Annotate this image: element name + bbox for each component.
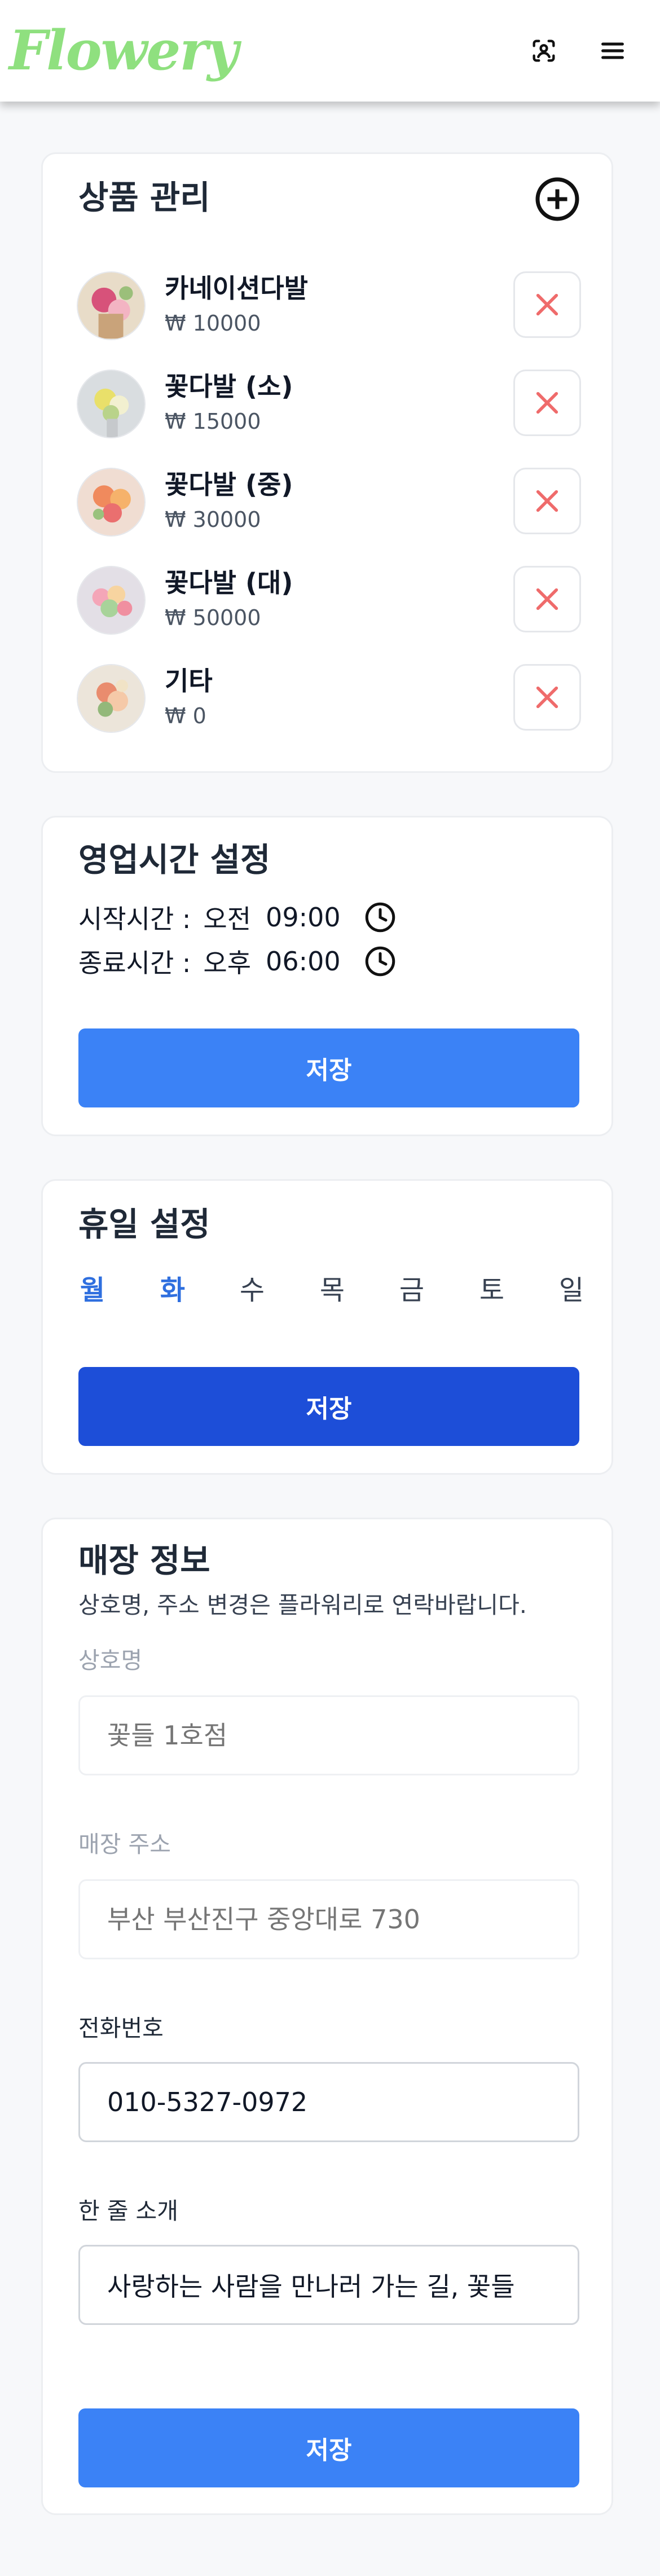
scan-icon[interactable] [521, 28, 566, 73]
product-name: 꽃다발 (소) [165, 371, 293, 402]
day-thu[interactable]: 목 [313, 1272, 352, 1308]
x-icon [536, 588, 558, 610]
product-price: ₩ 15000 [165, 409, 261, 434]
product-name: 꽃다발 (대) [165, 568, 293, 598]
product-image [77, 664, 146, 733]
card-title: 상품 관리 [78, 178, 210, 217]
product-name: 기타 [165, 666, 213, 696]
product-name: 카네이션다발 [165, 273, 308, 304]
product-row: 기타 ₩ 0 [77, 660, 581, 758]
day-wed[interactable]: 수 [232, 1272, 272, 1308]
product-row: 카네이션다발 ₩ 10000 [77, 267, 581, 365]
store-info-card: 매장 정보 상호명, 주소 변경은 플라워리로 연락바랍니다. 상호명 매장 주… [41, 1518, 613, 2515]
day-sat[interactable]: 토 [472, 1272, 512, 1308]
start-time-row: 시작시간 : 오전 09:00 [78, 896, 397, 938]
hamburger-menu-icon[interactable] [590, 28, 635, 73]
product-price: ₩ 30000 [165, 507, 261, 532]
holiday-settings-card: 휴일 설정 월 화 수 목 금 토 일 저장 [41, 1179, 613, 1475]
product-price: ₩ 50000 [165, 605, 261, 630]
day-tue[interactable]: 화 [153, 1272, 192, 1308]
clock-icon[interactable] [363, 944, 397, 978]
delete-product-button[interactable] [513, 468, 581, 534]
phone-label: 전화번호 [78, 2015, 164, 2042]
card-title: 휴일 설정 [78, 1205, 210, 1243]
product-price: ₩ 10000 [165, 311, 261, 336]
delete-product-button[interactable] [513, 271, 581, 338]
end-time-label: 종료시간 : [78, 948, 191, 978]
x-icon [536, 392, 558, 414]
save-holidays-button[interactable]: 저장 [78, 1367, 579, 1446]
intro-field[interactable] [78, 2245, 579, 2325]
product-image [77, 566, 146, 635]
product-row: 꽃다발 (대) ₩ 50000 [77, 561, 581, 660]
store-name-field [78, 1695, 579, 1775]
card-title: 매장 정보 [78, 1541, 210, 1580]
day-sun[interactable]: 일 [552, 1272, 591, 1308]
start-ampm[interactable]: 오전 [203, 899, 251, 936]
end-time-row: 종료시간 : 오후 06:00 [78, 940, 397, 982]
save-hours-button[interactable]: 저장 [78, 1028, 579, 1107]
save-store-info-button[interactable]: 저장 [78, 2408, 579, 2487]
product-name: 꽃다발 (중) [165, 469, 293, 500]
app-header: Flowery [0, 0, 660, 102]
card-title: 영업시간 설정 [78, 841, 271, 879]
business-hours-card: 영업시간 설정 시작시간 : 오전 09:00 종료시간 : 오후 06:00 … [41, 816, 613, 1136]
day-mon[interactable]: 월 [73, 1272, 112, 1308]
plus-circle-icon[interactable] [534, 175, 581, 223]
x-icon [536, 293, 558, 316]
delete-product-button[interactable] [513, 370, 581, 436]
store-address-label: 매장 주소 [78, 1831, 171, 1858]
product-management-card: 상품 관리 카네이션다발 ₩ 10000 꽃다발 (소) ₩ 15000 꽃다발… [41, 152, 613, 773]
store-name-label: 상호명 [78, 1647, 143, 1674]
store-address-field [78, 1879, 579, 1959]
clock-icon[interactable] [363, 900, 397, 934]
day-fri[interactable]: 금 [392, 1272, 432, 1308]
intro-label: 한 줄 소개 [78, 2197, 178, 2225]
product-image [77, 468, 146, 537]
product-row: 꽃다발 (소) ₩ 15000 [77, 365, 581, 463]
store-info-notice: 상호명, 주소 변경은 플라워리로 연락바랍니다. [78, 1592, 527, 1619]
product-image [77, 271, 146, 340]
product-price: ₩ 0 [165, 704, 206, 728]
phone-field[interactable] [78, 2062, 579, 2142]
end-ampm[interactable]: 오후 [203, 943, 251, 980]
end-time-value[interactable]: 06:00 [266, 946, 341, 977]
delete-product-button[interactable] [513, 664, 581, 731]
start-time-value[interactable]: 09:00 [266, 902, 341, 933]
day-selector: 월 화 수 목 금 토 일 [78, 1272, 603, 1308]
start-time-label: 시작시간 : [78, 904, 191, 934]
x-icon [536, 490, 558, 512]
product-image [77, 370, 146, 438]
x-icon [536, 686, 558, 709]
product-row: 꽃다발 (중) ₩ 30000 [77, 463, 581, 561]
delete-product-button[interactable] [513, 566, 581, 632]
app-logo[interactable]: Flowery [9, 17, 239, 85]
